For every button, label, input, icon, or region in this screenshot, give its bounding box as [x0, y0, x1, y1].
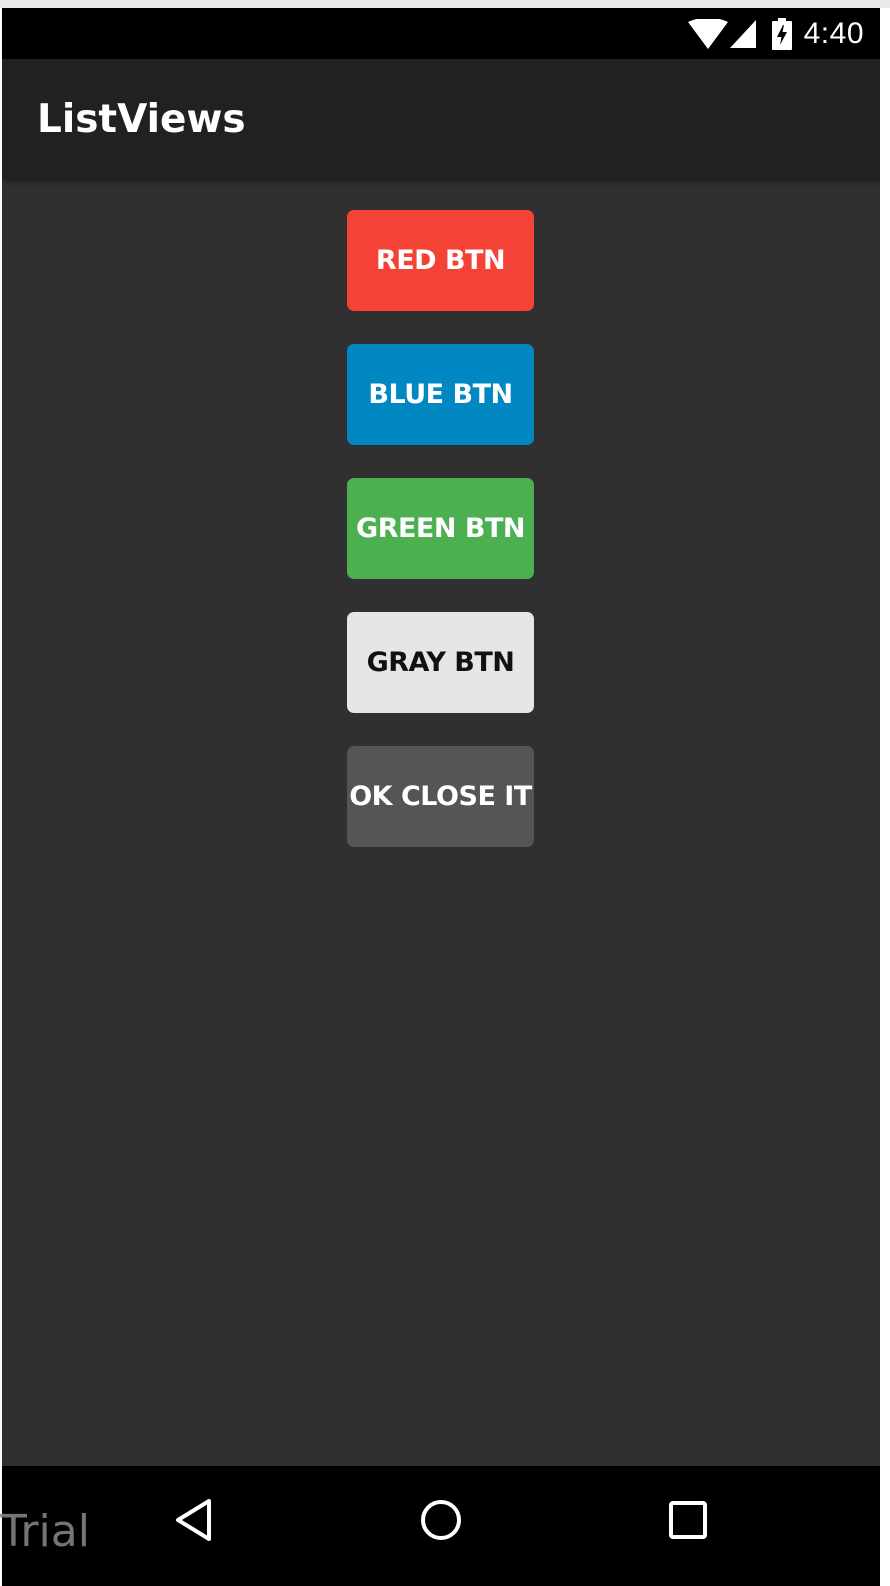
back-icon	[176, 1499, 211, 1541]
ok-close-button[interactable]: OK CLOSE IT	[347, 746, 534, 847]
red-button[interactable]: RED BTN	[347, 210, 534, 311]
window-right-edge	[880, 8, 890, 1586]
app-title: ListViews	[37, 97, 246, 142]
gray-button[interactable]: GRAY BTN	[347, 612, 534, 713]
content-area: RED BTN BLUE BTN GREEN BTN GRAY BTN OK C…	[2, 180, 880, 1466]
signal-icon	[729, 19, 756, 48]
device-screen: 4:40 ListViews RED BTN BLUE BTN GREEN BT…	[2, 8, 880, 1586]
trial-watermark: Trial	[0, 1506, 90, 1557]
battery-charging-icon	[771, 17, 792, 50]
action-bar: ListViews	[2, 59, 880, 180]
home-button[interactable]	[413, 1492, 469, 1548]
window-top-edge	[0, 0, 890, 8]
recent-apps-button[interactable]	[660, 1492, 716, 1548]
status-clock: 4:40	[803, 16, 864, 50]
home-icon	[421, 1500, 461, 1540]
back-button[interactable]	[166, 1492, 222, 1548]
status-bar: 4:40	[2, 8, 880, 59]
wifi-icon	[687, 18, 728, 49]
recent-apps-icon	[669, 1501, 707, 1539]
navigation-bar	[2, 1466, 880, 1586]
blue-button[interactable]: BLUE BTN	[347, 344, 534, 445]
green-button[interactable]: GREEN BTN	[347, 478, 534, 579]
screen-frame: 4:40 ListViews RED BTN BLUE BTN GREEN BT…	[0, 0, 890, 1586]
status-icons: 4:40	[687, 8, 880, 59]
